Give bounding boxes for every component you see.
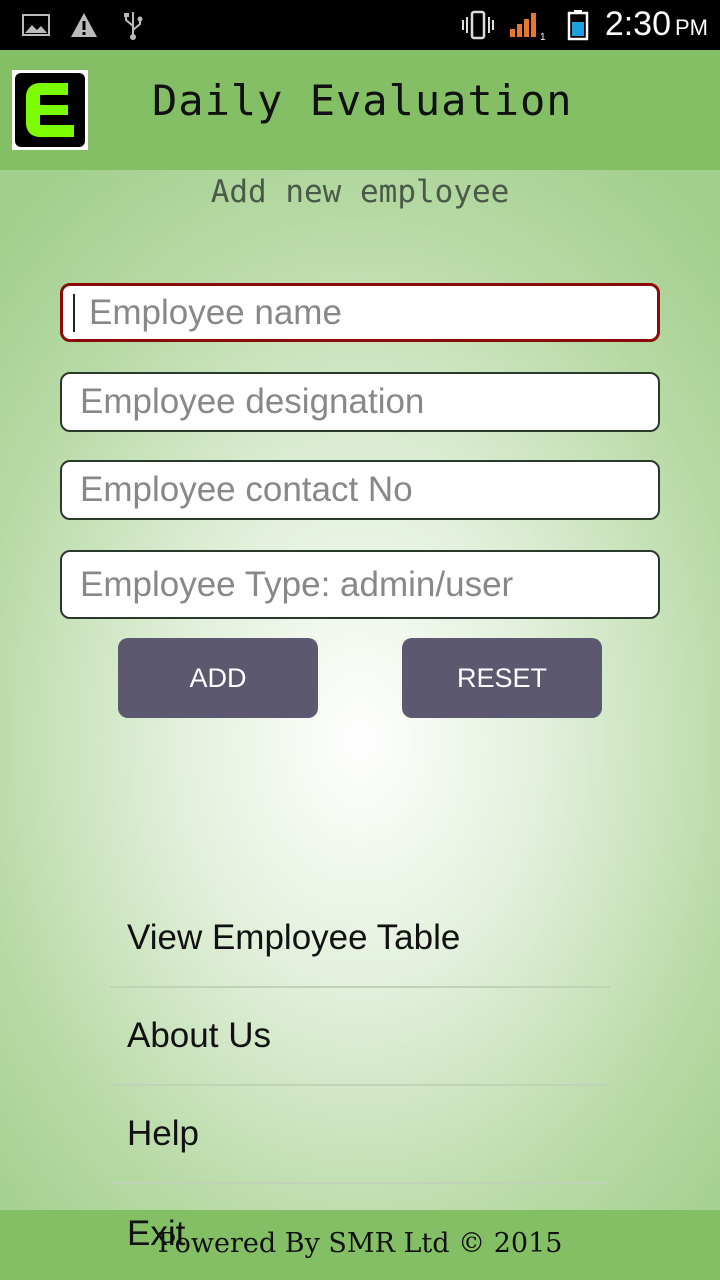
employee-type-input[interactable]: Employee Type: admin/user [60,550,660,619]
app-bar: Daily Evaluation [0,50,720,170]
form-heading: Add new employee [210,174,510,210]
signal-icon: 1 [506,0,550,50]
image-icon [20,0,52,50]
reset-button[interactable]: RESET [402,638,602,718]
clock-time: 2:30 [604,5,671,43]
menu-item-label: View Employee Table [127,918,461,957]
menu-item-label: Help [127,1114,199,1153]
text-caret [73,293,75,332]
app-title: Daily Evaluation [152,76,573,125]
logo-e-icon [26,83,74,137]
menu-item-label: About Us [127,1016,271,1055]
employee-name-input[interactable]: Employee name [60,283,660,342]
divider [110,1182,610,1184]
app-logo [12,70,88,150]
divider [110,1084,610,1086]
employee-contact-input[interactable]: Employee contact No [60,460,660,520]
usb-icon [118,0,148,50]
battery-icon [564,0,592,50]
employee-designation-placeholder: Employee designation [80,382,425,421]
add-button[interactable]: ADD [118,638,318,718]
employee-designation-input[interactable]: Employee designation [60,372,660,432]
warning-icon [68,0,100,50]
employee-type-placeholder: Employee Type: admin/user [80,564,514,604]
footer-credit: Powered By SMR Ltd © 2015 [157,1228,563,1259]
vibrate-icon [460,0,496,50]
sim-number: 1 [540,32,546,41]
status-bar: 1 2:30 PM [0,0,720,50]
employee-name-placeholder: Employee name [89,292,342,332]
employee-contact-placeholder: Employee contact No [80,470,413,509]
clock-ampm: PM [675,15,708,40]
clock: 2:30 PM [605,0,708,50]
divider [110,986,610,988]
